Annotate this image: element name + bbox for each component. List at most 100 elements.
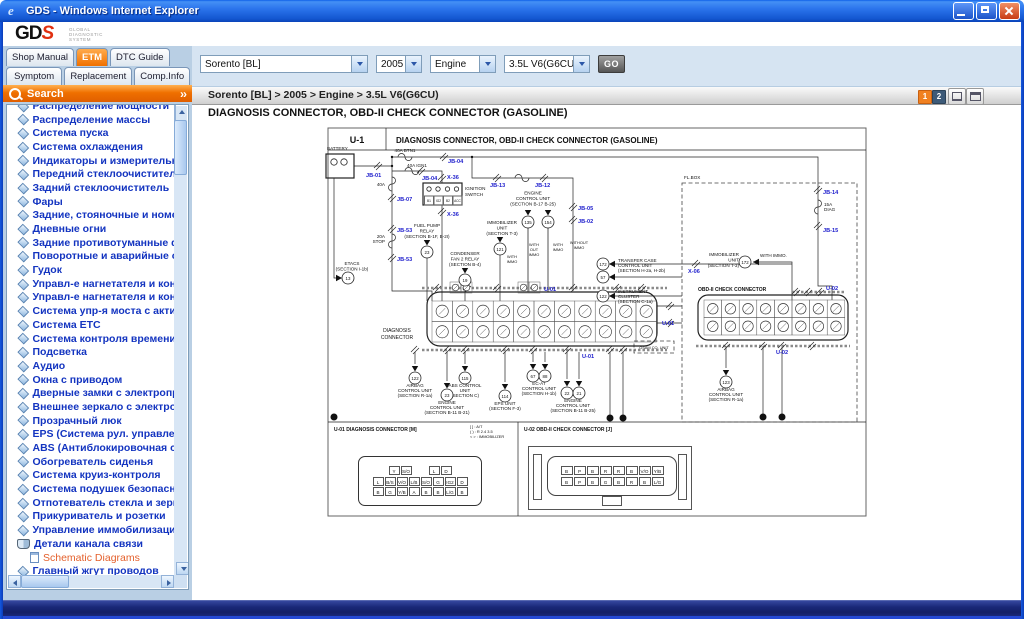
connector-ear (533, 454, 542, 500)
tree-item[interactable]: Система пуска (17, 126, 175, 140)
diamond-icon (18, 525, 29, 536)
svg-text:JB-04: JB-04 (448, 159, 464, 165)
tree-item[interactable]: Управл-е нагнетателя и кондиционера (17, 277, 175, 291)
scroll-right-button[interactable] (161, 575, 174, 588)
tree-item[interactable]: Подсветка (17, 345, 175, 359)
tree-item[interactable]: Передний стеклоочиститель (17, 167, 175, 181)
tree-item[interactable]: Система упр-я моста с активным упр. (17, 304, 175, 318)
pin-cell: L/G (445, 487, 456, 496)
svg-text:X-36: X-36 (447, 175, 459, 181)
pin-cell: B (561, 477, 573, 486)
scroll-thumb-horizontal[interactable] (21, 575, 69, 588)
tab-etm[interactable]: ETM (76, 48, 108, 66)
svg-text:U-02: U-02 (826, 286, 838, 292)
svg-text:21: 21 (577, 391, 582, 396)
svg-text:(SECTION B-17 B-25): (SECTION B-17 B-25) (510, 202, 556, 207)
tree-item[interactable]: Отпотеватель стекла и зеркал (17, 496, 175, 510)
search-icon (9, 88, 21, 100)
tree-item[interactable]: Поворотные и аварийные огни (17, 250, 175, 264)
tree-item[interactable]: Окна с приводом (17, 373, 175, 387)
diamond-icon (18, 155, 29, 166)
obd-label: OBD-II CHECK CONNECTOR (698, 287, 767, 293)
tree-item[interactable]: Гудок (17, 263, 175, 277)
year-select[interactable]: 2005 (376, 55, 422, 73)
tree-item[interactable]: EPS (Система рул. управления) (17, 428, 175, 442)
tree-item[interactable]: Управление иммобилизацией (17, 523, 175, 537)
page-2-button[interactable]: 2 (932, 90, 946, 104)
pin-cell: S/O (421, 477, 432, 486)
svg-text:13: 13 (346, 276, 351, 281)
tree-item[interactable]: Распределение массы (17, 113, 175, 127)
tab-dtc-guide[interactable]: DTC Guide (110, 48, 170, 66)
tree-item[interactable]: Система подушек безопасности (17, 482, 175, 496)
diamond-icon (18, 223, 29, 234)
tree-item[interactable]: Задний стеклоочиститель (17, 181, 175, 195)
go-button[interactable]: GO (598, 55, 625, 73)
tab-symptom-guide[interactable]: Symptom Guide (6, 67, 62, 85)
tree-item[interactable]: Внешнее зеркало с электроприводом (17, 400, 175, 414)
engine-select[interactable]: 3.5L V6(G6CU) (504, 55, 590, 73)
tree-item[interactable]: Обогреватель сиденья (17, 455, 175, 469)
bottom-panel-titles: U-01 DIAGNOSIS CONNECTOR [M] U-02 OBD-II… (334, 424, 612, 439)
tree-item[interactable]: Прозрачный люк (17, 414, 175, 428)
svg-text:IMMO: IMMO (507, 259, 518, 264)
tree-item[interactable]: Система охлаждения (17, 140, 175, 154)
pin-cell: G (600, 477, 612, 486)
panel-2-title: U-02 OBD-II CHECK CONNECTOR [J] (524, 427, 612, 433)
svg-text:FAN 2 RELAY: FAN 2 RELAY (451, 257, 480, 262)
svg-text:U-02: U-02 (776, 350, 788, 356)
pin-cell: B (433, 487, 444, 496)
tree-item[interactable]: Управл-е нагнетателя и кондиционера (17, 291, 175, 305)
vertical-scrollbar[interactable] (174, 106, 187, 575)
tree-item[interactable]: Аудио (17, 359, 175, 373)
tab-comp-info[interactable]: Comp.Info (134, 67, 190, 85)
svg-text:UNIT: UNIT (728, 258, 739, 263)
tree-item[interactable]: Распределение мощности (17, 104, 175, 113)
svg-text:JB-53: JB-53 (397, 257, 412, 263)
vehicle-select[interactable]: Sorento [BL] (200, 55, 368, 73)
title-bar: e GDS - Windows Internet Explorer (0, 0, 1024, 22)
diagram-title: DIAGNOSIS CONNECTOR, OBD-II CHECK CONNEC… (396, 136, 658, 145)
tree-item[interactable]: Задние, стояночные и номерные огни (17, 209, 175, 223)
system-select[interactable]: Engine (430, 55, 496, 73)
pin-cell: B (373, 487, 384, 496)
pin-cell: Y (389, 466, 400, 475)
tab-replacement[interactable]: Replacement (64, 67, 132, 85)
tab-shop-manual[interactable]: Shop Manual (6, 48, 74, 66)
tree-item[interactable]: Фары (17, 195, 175, 209)
scroll-thumb[interactable] (174, 120, 187, 175)
print-button[interactable] (966, 88, 984, 105)
maximize-button[interactable] (976, 2, 997, 20)
svg-text:JB-07: JB-07 (397, 197, 412, 203)
svg-text:IG2: IG2 (436, 199, 441, 203)
diamond-icon (18, 141, 29, 152)
tree-item[interactable]: Индикаторы и измерительные приборы (17, 154, 175, 168)
monitor-button[interactable] (948, 88, 966, 105)
scroll-down-button[interactable] (176, 562, 189, 575)
search-bar[interactable]: Search ›› (3, 85, 192, 102)
page-1-button[interactable]: 1 (918, 90, 932, 104)
svg-text:(SECTION H-1b): (SECTION H-1b) (522, 391, 557, 396)
horizontal-scrollbar[interactable] (8, 575, 174, 588)
window-border-left (0, 22, 3, 619)
tree-item[interactable]: Система круиз-контроля (17, 469, 175, 483)
tree-item[interactable]: Система контроля времени (17, 332, 175, 346)
pin-cell: S/O (401, 466, 412, 475)
pin-cell: P (574, 466, 586, 475)
tree-item[interactable]: Задние противотуманные фонари (17, 236, 175, 250)
tree-item-comm-details[interactable]: Детали канала связи (17, 537, 175, 551)
svg-text:(SECTION H-2a, H-2b): (SECTION H-2a, H-2b) (618, 268, 666, 273)
wiring-diagram: U-1 DIAGNOSIS CONNECTOR, OBD-II CHECK CO… (322, 126, 870, 520)
tree-item[interactable]: Дверные замки с электроприводом (17, 386, 175, 400)
tree-item[interactable]: Система ETC (17, 318, 175, 332)
minimize-button[interactable] (953, 2, 974, 20)
tree-item[interactable]: Прикуриватель и розетки (17, 510, 175, 524)
pin-cell: IG2 (445, 477, 456, 486)
svg-text:(SECTION B-11 B-25): (SECTION B-11 B-25) (550, 408, 596, 413)
tree-item[interactable]: Дневные огни (17, 222, 175, 236)
close-button[interactable] (999, 2, 1020, 20)
tree-item-schematic-diagrams[interactable]: Schematic Diagrams (29, 551, 175, 565)
tree-item[interactable]: ABS (Антиблокировочная система) (17, 441, 175, 455)
scroll-left-button[interactable] (8, 575, 21, 588)
svg-text:19: 19 (463, 278, 468, 283)
